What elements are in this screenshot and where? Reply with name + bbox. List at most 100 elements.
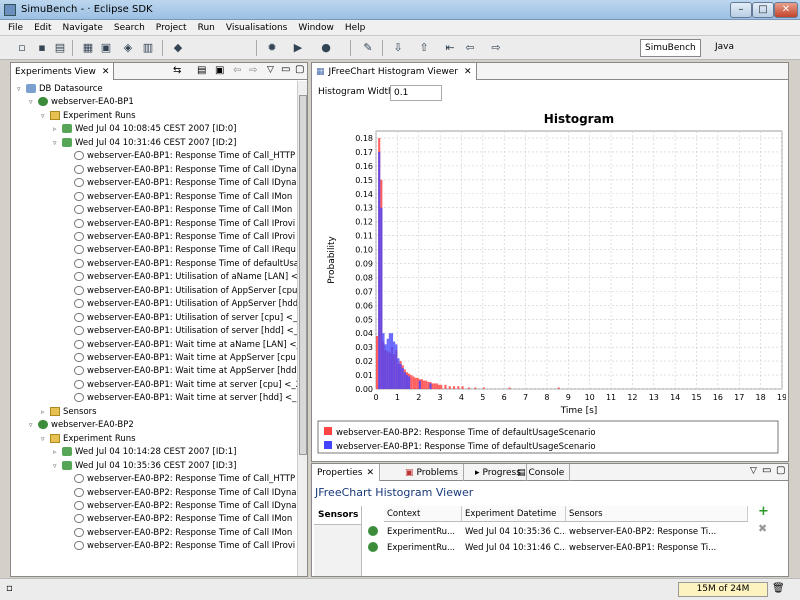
tree-scrollbar[interactable] [297, 81, 307, 576]
tab-properties[interactable]: Properties ✕ [312, 464, 381, 481]
remove-sensor-button[interactable]: ✖ [758, 522, 767, 535]
tree-item[interactable]: webserver-EA0-BP1: Response Time of Call… [65, 150, 295, 163]
tree-item[interactable]: ▿ webserver-EA0-BP1 [29, 96, 134, 109]
sync-icon[interactable]: ⇆ [173, 65, 181, 76]
tree-item[interactable]: webserver-EA0-BP1: Response Time of defa… [65, 258, 297, 271]
expand-toggle-icon[interactable]: ▿ [29, 419, 38, 432]
next-annotation-icon[interactable]: ⇩ [390, 40, 406, 56]
menu-edit[interactable]: Edit [34, 23, 51, 33]
column-header-context[interactable]: Context [384, 506, 462, 522]
tab-experiments-view[interactable]: Experiments View ✕ [11, 63, 115, 80]
table-icon[interactable]: ▥ [140, 40, 156, 56]
tree-item[interactable]: webserver-EA0-BP1: Response Time of Call… [65, 177, 296, 190]
menu-run[interactable]: Run [198, 23, 215, 33]
minimize-button[interactable]: – [730, 2, 752, 18]
new-icon[interactable]: ▫ [14, 40, 30, 56]
last-edit-icon[interactable]: ⇤ [442, 40, 458, 56]
tree-item[interactable]: webserver-EA0-BP1: Response Time of Call… [65, 191, 292, 204]
forward-icon[interactable]: ⇨ [488, 40, 504, 56]
tree-item[interactable]: webserver-EA0-BP2: Response Time of Call… [65, 540, 295, 553]
tree-item[interactable]: ▿ DB Datasource [17, 83, 103, 96]
prev-annotation-icon[interactable]: ⇧ [416, 40, 432, 56]
tree-item[interactable]: ▿ Wed Jul 04 10:35:36 CEST 2007 [ID:3] [53, 460, 236, 473]
expand-toggle-icon[interactable]: ▹ [53, 446, 62, 459]
tab-problems[interactable]: ▣ Problems [400, 464, 464, 481]
menu-help[interactable]: Help [345, 23, 366, 33]
tree-item[interactable]: webserver-EA0-BP1: Response Time of Call… [65, 218, 295, 231]
scrollbar-thumb[interactable] [299, 95, 307, 455]
sensors-section-tab[interactable]: Sensors [314, 506, 361, 525]
table-row[interactable]: ExperimentRu... Wed Jul 04 10:31:46 C...… [368, 540, 748, 556]
launch-icon[interactable]: ◆ [170, 40, 186, 56]
tree-item[interactable]: webserver-EA0-BP1: Utilisation of server… [65, 312, 297, 325]
run-icon[interactable]: ▶ [290, 40, 306, 56]
debug-icon[interactable]: ✹ [264, 40, 280, 56]
minimize-view-icon[interactable]: ▭ [281, 64, 290, 75]
tree-item[interactable]: webserver-EA0-BP1: Response Time of Call… [65, 164, 296, 177]
tree-item[interactable]: webserver-EA0-BP1: Utilisation of AppSer… [65, 285, 297, 298]
tree-item[interactable]: ▹ Sensors [41, 406, 97, 419]
close-icon[interactable]: ✕ [464, 67, 472, 77]
menu-file[interactable]: File [8, 23, 23, 33]
back-icon[interactable]: ⇦ [462, 40, 478, 56]
close-icon[interactable]: ✕ [102, 67, 110, 77]
tree-item[interactable]: webserver-EA0-BP1: Wait time at AppServe… [65, 365, 297, 378]
perspective-simubench[interactable]: SimuBench [640, 39, 701, 57]
menu-search[interactable]: Search [114, 23, 145, 33]
menu-visualisations[interactable]: Visualisations [226, 23, 288, 33]
forward-icon[interactable]: ⇨ [249, 65, 257, 76]
expand-toggle-icon[interactable]: ▿ [41, 110, 50, 123]
expand-toggle-icon[interactable]: ▿ [17, 83, 26, 96]
tree-item[interactable]: webserver-EA0-BP1: Response Time of Call… [65, 244, 296, 257]
heap-status[interactable]: 15M of 24M [678, 582, 768, 597]
tree-item[interactable]: ▿ Wed Jul 04 10:31:46 CEST 2007 [ID:2] [53, 137, 236, 150]
back-icon[interactable]: ⇦ [233, 65, 241, 76]
expand-toggle-icon[interactable]: ▹ [41, 406, 50, 419]
maximize-view-icon[interactable]: ▢ [295, 64, 304, 75]
maximize-button[interactable]: □ [752, 2, 774, 18]
tree-item[interactable]: ▹ Wed Jul 04 10:14:28 CEST 2007 [ID:1] [53, 446, 236, 459]
garbage-collect-icon[interactable]: 🗑 [772, 583, 785, 594]
tab-histogram-viewer[interactable]: ▦ JFreeChart Histogram Viewer ✕ [312, 63, 477, 80]
menu-project[interactable]: Project [156, 23, 187, 33]
close-button[interactable]: ✕ [774, 2, 798, 18]
view-menu-icon[interactable]: ▽ [267, 65, 274, 75]
tree-item[interactable]: webserver-EA0-BP1: Wait time at AppServe… [65, 352, 296, 365]
chart-icon[interactable]: ◈ [120, 40, 136, 56]
maximize-view-icon[interactable]: ▢ [776, 465, 785, 476]
tree-item[interactable]: webserver-EA0-BP1: Wait time at aName [L… [65, 339, 297, 352]
tree-item[interactable]: ▿ Experiment Runs [41, 110, 136, 123]
tree-item[interactable]: webserver-EA0-BP1: Utilisation of AppSer… [65, 298, 297, 311]
menu-navigate[interactable]: Navigate [63, 23, 103, 33]
collapse-all-icon[interactable]: ▤ [197, 65, 206, 76]
table-row[interactable]: ExperimentRu... Wed Jul 04 10:35:36 C...… [368, 524, 748, 540]
tree-item[interactable]: webserver-EA0-BP1: Utilisation of server… [65, 325, 297, 338]
perspective-java[interactable]: Java [711, 39, 738, 57]
expand-toggle-icon[interactable]: ▿ [29, 96, 38, 109]
tree-item[interactable]: webserver-EA0-BP1: Wait time at server [… [65, 379, 297, 392]
save-icon[interactable]: ▪ [34, 40, 50, 56]
close-icon[interactable]: ✕ [366, 468, 374, 478]
view-menu-icon[interactable]: ▽ [750, 466, 757, 476]
expand-toggle-icon[interactable]: ▿ [53, 137, 62, 150]
expand-toggle-icon[interactable]: ▹ [53, 123, 62, 136]
tree-item[interactable]: ▿ webserver-EA0-BP2 [29, 419, 134, 432]
column-header-sensors[interactable]: Sensors [566, 506, 748, 522]
tree-item[interactable]: webserver-EA0-BP2: Response Time of Call… [65, 487, 296, 500]
fast-view-icon[interactable]: ▫ [6, 583, 13, 594]
tree-item[interactable]: webserver-EA0-BP1: Wait time at server [… [65, 392, 297, 405]
tree-item[interactable]: ▿ Experiment Runs [41, 433, 136, 446]
tree-item[interactable]: ▹ Wed Jul 04 10:08:45 CEST 2007 [ID:0] [53, 123, 236, 136]
column-header-datetime[interactable]: Experiment Datetime [462, 506, 566, 522]
tree-item[interactable]: webserver-EA0-BP2: Response Time of Call… [65, 527, 292, 540]
menu-window[interactable]: Window [298, 23, 334, 33]
expand-toggle-icon[interactable]: ▿ [41, 433, 50, 446]
tree-item[interactable]: webserver-EA0-BP1: Response Time of Call… [65, 204, 292, 217]
pin-icon[interactable]: ✎ [360, 40, 376, 56]
print-icon[interactable]: ▤ [52, 40, 68, 56]
tab-console[interactable]: ▤ Console [512, 464, 571, 481]
link-icon[interactable]: ▣ [215, 65, 224, 76]
add-sensor-button[interactable]: + [758, 504, 769, 519]
tree-item[interactable]: webserver-EA0-BP2: Response Time of Call… [65, 473, 295, 486]
grid-icon[interactable]: ▦ [80, 40, 96, 56]
